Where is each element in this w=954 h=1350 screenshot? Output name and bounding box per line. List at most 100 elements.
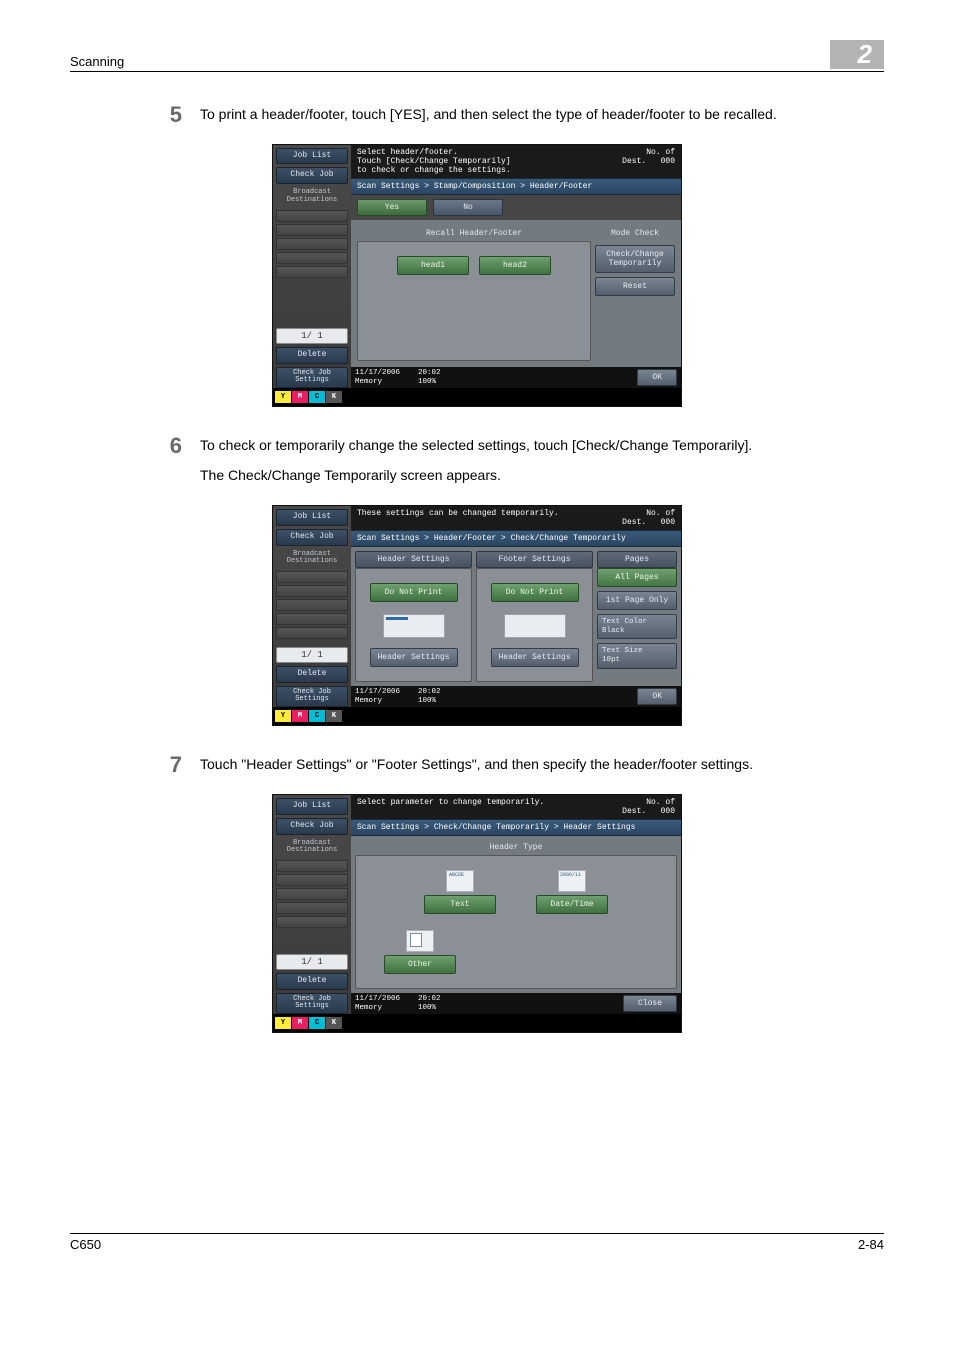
- footer-preview-icon: [504, 614, 566, 638]
- step-5-text: To print a header/footer, touch [YES], a…: [200, 106, 884, 122]
- status-datetime: 11/17/2006 20:02 Memory 100%: [355, 369, 441, 386]
- step-number-6: 6: [160, 433, 200, 459]
- footer-do-not-print-button[interactable]: Do Not Print: [491, 583, 579, 602]
- other-icon: [406, 930, 434, 952]
- toner-c-icon: C: [309, 391, 325, 403]
- ok-button[interactable]: OK: [637, 369, 677, 386]
- other-button[interactable]: Other: [384, 955, 456, 974]
- header-type-title: Header Type: [355, 840, 677, 855]
- toner-m-icon: M: [292, 710, 308, 722]
- check-job-button[interactable]: Check Job: [276, 529, 348, 546]
- delete-button[interactable]: Delete: [276, 666, 348, 683]
- breadcrumb: Scan Settings > Check/Change Temporarily…: [351, 819, 681, 836]
- toner-c-icon: C: [309, 710, 325, 722]
- dest-slot: [276, 874, 348, 886]
- text-button[interactable]: Text: [424, 895, 496, 914]
- recall-title: Recall Header/Footer: [357, 226, 591, 241]
- dest-counter: No. of Dest. 000: [622, 798, 675, 816]
- dest-slot: [276, 252, 348, 264]
- toner-k-icon: K: [326, 391, 342, 403]
- screenshot-recall-header-footer: Job List Check Job Broadcast Destination…: [272, 144, 682, 408]
- delete-button[interactable]: Delete: [276, 973, 348, 990]
- toner-y-icon: Y: [275, 710, 291, 722]
- footer-page: 2-84: [858, 1237, 884, 1252]
- toner-m-icon: M: [292, 1017, 308, 1029]
- text-size-button[interactable]: Text Size 10pt: [597, 643, 677, 668]
- header-settings-col: Header Settings: [355, 551, 472, 568]
- header-do-not-print-button[interactable]: Do Not Print: [370, 583, 458, 602]
- toner-k-icon: K: [326, 1017, 342, 1029]
- check-job-button[interactable]: Check Job: [276, 167, 348, 184]
- broadcast-label: Broadcast Destinations: [276, 838, 348, 857]
- dest-counter: No. of Dest. 000: [622, 148, 675, 176]
- text-icon: [446, 870, 474, 892]
- dest-counter: No. of Dest. 000: [622, 509, 675, 527]
- breadcrumb: Scan Settings > Stamp/Composition > Head…: [351, 178, 681, 195]
- toner-k-icon: K: [326, 710, 342, 722]
- step-number-7: 7: [160, 752, 200, 778]
- all-pages-button[interactable]: All Pages: [597, 568, 677, 587]
- dest-slot: [276, 613, 348, 625]
- dest-slot: [276, 860, 348, 872]
- dest-slot: [276, 627, 348, 639]
- check-job-button[interactable]: Check Job: [276, 818, 348, 835]
- broadcast-label: Broadcast Destinations: [276, 549, 348, 568]
- job-list-button[interactable]: Job List: [276, 148, 348, 165]
- text-color-button[interactable]: Text Color Black: [597, 614, 677, 639]
- footer-settings-col: Footer Settings: [476, 551, 593, 568]
- status-datetime: 11/17/2006 20:02 Memory 100%: [355, 688, 441, 705]
- chapter-number: 2: [830, 40, 884, 69]
- pages-col: Pages: [597, 551, 677, 568]
- dest-slot: [276, 888, 348, 900]
- footer-settings-button[interactable]: Header Settings: [491, 648, 579, 667]
- broadcast-label: Broadcast Destinations: [276, 187, 348, 206]
- sidebar-page: 1/ 1: [276, 954, 348, 970]
- instruction-message: Select header/footer. Touch [Check/Chang…: [357, 148, 511, 176]
- toner-y-icon: Y: [275, 391, 291, 403]
- page-footer: C650 2-84: [70, 1233, 884, 1252]
- check-job-settings-button[interactable]: Check Job Settings: [276, 993, 348, 1014]
- ok-button[interactable]: OK: [637, 688, 677, 705]
- step-7-text: Touch "Header Settings" or "Footer Setti…: [200, 756, 884, 772]
- sidebar-page: 1/ 1: [276, 647, 348, 663]
- dest-slot: [276, 599, 348, 611]
- toner-y-icon: Y: [275, 1017, 291, 1029]
- reset-button[interactable]: Reset: [595, 277, 675, 296]
- close-button[interactable]: Close: [623, 995, 677, 1012]
- breadcrumb: Scan Settings > Header/Footer > Check/Ch…: [351, 530, 681, 547]
- step-6-text-1: To check or temporarily change the selec…: [200, 437, 884, 453]
- head2-button[interactable]: head2: [479, 256, 551, 275]
- date-time-button[interactable]: Date/Time: [536, 895, 608, 914]
- screenshot-check-change-temp: Job List Check Job Broadcast Destination…: [272, 505, 682, 726]
- dest-slot: [276, 585, 348, 597]
- head1-button[interactable]: head1: [397, 256, 469, 275]
- mode-check-label: Mode Check: [595, 226, 675, 241]
- delete-button[interactable]: Delete: [276, 347, 348, 364]
- screenshot-header-settings: Job List Check Job Broadcast Destination…: [272, 794, 682, 1033]
- step-6-text-2: The Check/Change Temporarily screen appe…: [200, 467, 884, 483]
- header-section: Scanning: [70, 54, 124, 69]
- sidebar-page: 1/ 1: [276, 328, 348, 344]
- dest-slot: [276, 571, 348, 583]
- check-change-temp-button[interactable]: Check/Change Temporarily: [595, 245, 675, 273]
- dest-slot: [276, 916, 348, 928]
- instruction-message: These settings can be changed temporaril…: [357, 509, 559, 527]
- step-number-5: 5: [160, 102, 200, 128]
- header-settings-button[interactable]: Header Settings: [370, 648, 458, 667]
- footer-model: C650: [70, 1237, 101, 1252]
- dest-slot: [276, 210, 348, 222]
- header-preview-icon: [383, 614, 445, 638]
- instruction-message: Select parameter to change temporarily.: [357, 798, 544, 816]
- dest-slot: [276, 224, 348, 236]
- job-list-button[interactable]: Job List: [276, 798, 348, 815]
- job-list-button[interactable]: Job List: [276, 509, 348, 526]
- first-page-only-button[interactable]: 1st Page Only: [597, 591, 677, 610]
- status-datetime: 11/17/2006 20:02 Memory 100%: [355, 995, 441, 1012]
- yes-button[interactable]: Yes: [357, 199, 427, 216]
- check-job-settings-button[interactable]: Check Job Settings: [276, 686, 348, 707]
- no-button[interactable]: No: [433, 199, 503, 216]
- check-job-settings-button[interactable]: Check Job Settings: [276, 367, 348, 388]
- page-header: Scanning 2: [70, 40, 884, 72]
- date-time-icon: [558, 870, 586, 892]
- dest-slot: [276, 266, 348, 278]
